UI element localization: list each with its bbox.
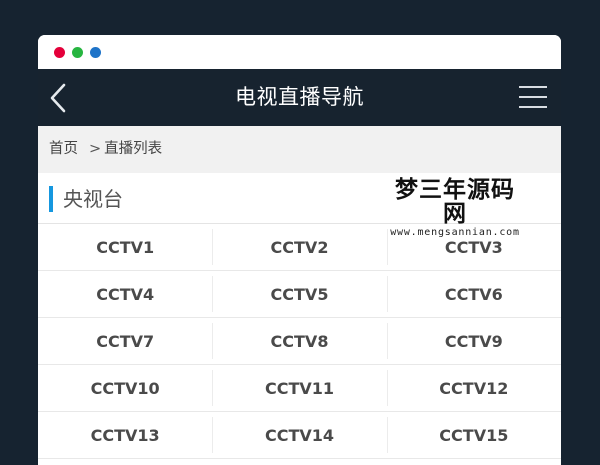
channel-row: CCTV10 CCTV11 CCTV12 — [38, 365, 561, 412]
watermark-cn-text: 梦三年源码网 — [395, 176, 515, 227]
window-maximize-dot[interactable] — [90, 47, 101, 58]
channel-link[interactable]: CCTV3 — [386, 224, 561, 270]
channel-link[interactable]: CCTV4 — [38, 271, 212, 317]
browser-window: 电视直播导航 首页 > 直播列表 央视台 梦三年源码网 www.mengsannia… — [38, 35, 561, 465]
breadcrumb-home-link[interactable]: 首页 — [49, 141, 78, 157]
channel-row: CCTV4 CCTV5 CCTV6 — [38, 271, 561, 318]
channel-link[interactable]: CCTV14 — [212, 412, 386, 458]
channel-link[interactable]: CCTV11 — [212, 365, 386, 411]
menu-button[interactable] — [519, 85, 547, 109]
window-minimize-dot[interactable] — [72, 47, 83, 58]
channel-row: CCTV1 CCTV2 CCTV3 — [38, 224, 561, 271]
app-header: 电视直播导航 — [38, 69, 561, 126]
window-close-dot[interactable] — [54, 47, 65, 58]
channel-row: CCTV13 CCTV14 CCTV15 — [38, 412, 561, 459]
watermark-logo: 梦三年源码网 www.mengsannian.com — [385, 173, 525, 239]
section-title: 央视台 — [63, 187, 123, 211]
breadcrumb: 首页 > 直播列表 — [38, 126, 561, 173]
breadcrumb-separator: > — [89, 141, 102, 157]
channel-link[interactable]: CCTV8 — [212, 318, 386, 364]
channel-link[interactable]: CCTV13 — [38, 412, 212, 458]
channel-link[interactable]: CCTV10 — [38, 365, 212, 411]
channel-link[interactable]: CCTV12 — [386, 365, 561, 411]
channel-link[interactable]: CCTV6 — [386, 271, 561, 317]
channel-link[interactable]: CCTV1 — [38, 224, 212, 270]
breadcrumb-current: 直播列表 — [104, 141, 163, 157]
channel-link[interactable]: CCTV9 — [386, 318, 561, 364]
section-heading: 央视台 梦三年源码网 www.mengsannian.com — [38, 173, 561, 239]
section-accent-bar — [49, 186, 53, 212]
hamburger-menu-icon — [519, 86, 547, 88]
window-chrome — [38, 35, 561, 69]
channel-row: CCTV7 CCTV8 CCTV9 — [38, 318, 561, 365]
channel-link[interactable]: CCTV7 — [38, 318, 212, 364]
page-title: 电视直播导航 — [235, 85, 364, 109]
channel-link[interactable]: CCTV5 — [212, 271, 386, 317]
channel-link[interactable]: CCTV2 — [212, 224, 386, 270]
channel-grid: CCTV1 CCTV2 CCTV3 CCTV4 CCTV5 CCTV6 CCTV… — [38, 224, 561, 459]
channel-link[interactable]: CCTV15 — [386, 412, 561, 458]
